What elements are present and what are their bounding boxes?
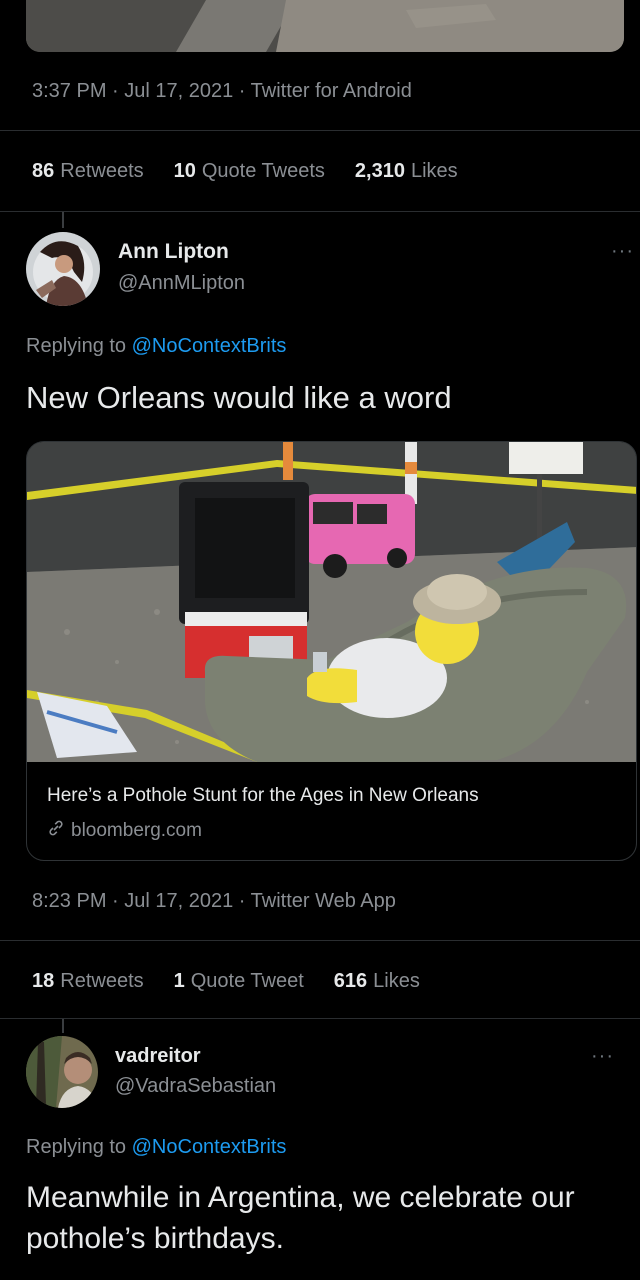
display-name[interactable]: Ann Lipton xyxy=(118,240,229,264)
card-domain[interactable]: bloomberg.com xyxy=(47,819,202,843)
more-dots-icon[interactable]: ··· xyxy=(611,240,634,263)
link-icon xyxy=(47,819,65,843)
pothole-photo-image xyxy=(27,442,636,762)
replying-to-link[interactable]: @NoContextBrits xyxy=(132,1136,287,1158)
display-name[interactable]: vadreitor xyxy=(115,1045,201,1068)
quote-tweets-stat[interactable]: 1 Quote Tweet xyxy=(174,970,304,993)
card-title[interactable]: Here’s a Pothole Stunt for the Ages in N… xyxy=(47,785,479,807)
likes-stat[interactable]: 616 Likes xyxy=(334,970,420,993)
link-card[interactable]: Here’s a Pothole Stunt for the Ages in N… xyxy=(26,441,637,861)
tweet-text: Meanwhile in Argentina, we celebrate our… xyxy=(26,1181,575,1256)
thread-line xyxy=(62,212,64,228)
replying-to: Replying to @NoContextBrits xyxy=(26,1136,286,1159)
previous-tweet-media[interactable] xyxy=(26,0,624,52)
more-dots-icon[interactable]: ··· xyxy=(591,1045,614,1068)
thread-line xyxy=(62,1019,64,1033)
tweet-text: New Orleans would like a word xyxy=(26,380,452,415)
user-handle[interactable]: @AnnMLipton xyxy=(118,272,245,295)
avatar[interactable] xyxy=(26,1036,98,1108)
replying-prefix: Replying to xyxy=(26,1136,127,1158)
card-domain-text: bloomberg.com xyxy=(71,820,202,842)
road-photo-image xyxy=(26,0,624,52)
retweets-stat[interactable]: 86 Retweets xyxy=(32,160,144,183)
tweet-stats: 18 Retweets 1 Quote Tweet 616 Likes xyxy=(32,970,420,993)
user-handle[interactable]: @VadraSebastian xyxy=(115,1075,276,1098)
quote-tweets-stat[interactable]: 10 Quote Tweets xyxy=(174,160,325,183)
avatar[interactable] xyxy=(26,232,100,306)
avatar-image xyxy=(26,1036,98,1108)
divider xyxy=(0,211,640,212)
replying-to: Replying to @NoContextBrits xyxy=(26,335,286,358)
tweet-timestamp[interactable]: 3:37 PM · Jul 17, 2021 · Twitter for And… xyxy=(32,80,412,103)
tweet-stats: 86 Retweets 10 Quote Tweets 2,310 Likes xyxy=(32,160,458,183)
retweets-stat[interactable]: 18 Retweets xyxy=(32,970,144,993)
replying-to-link[interactable]: @NoContextBrits xyxy=(132,335,287,357)
avatar-image xyxy=(26,232,100,306)
likes-stat[interactable]: 2,310 Likes xyxy=(355,160,458,183)
tweet-timestamp[interactable]: 8:23 PM · Jul 17, 2021 · Twitter Web App xyxy=(32,890,396,913)
replying-prefix: Replying to xyxy=(26,335,127,357)
divider xyxy=(0,940,640,941)
divider xyxy=(0,130,640,131)
divider xyxy=(0,1018,640,1019)
